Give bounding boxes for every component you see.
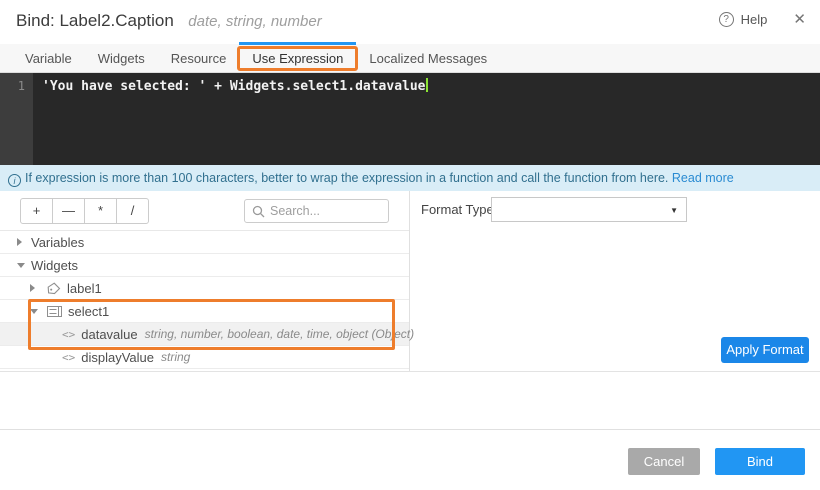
info-bar: i If expression is more than 100 characte… — [0, 165, 820, 191]
footer-divider — [0, 429, 820, 430]
title-area: Bind: Label2.Caption date, string, numbe… — [16, 11, 322, 31]
tab-use-expression-label: Use Expression — [252, 51, 343, 66]
chevron-down-icon: ▼ — [670, 206, 678, 215]
tab-widgets[interactable]: Widgets — [85, 44, 158, 72]
tree-item-variables[interactable]: Variables — [0, 231, 409, 254]
property-types: string, number, boolean, date, time, obj… — [145, 327, 414, 341]
tree-item-label: label1 — [67, 281, 102, 296]
editor-gutter: 1 — [0, 73, 33, 165]
line-number: 1 — [18, 79, 25, 93]
tree-item-label: Widgets — [31, 258, 78, 273]
apply-format-button[interactable]: Apply Format — [721, 337, 809, 363]
dialog-subtitle: date, string, number — [188, 13, 321, 30]
footer-actions: Cancel Bind — [628, 448, 805, 475]
tab-bar: Variable Widgets Resource Use Expression… — [0, 44, 820, 73]
tag-icon — [47, 282, 61, 295]
tab-variable-label: Variable — [25, 51, 72, 66]
help-icon[interactable]: ? — [719, 12, 734, 27]
active-tab-indicator — [239, 42, 356, 45]
tree-item-label: select1 — [68, 304, 109, 319]
tree-item-datavalue[interactable]: <> datavalue string, number, boolean, da… — [0, 323, 409, 346]
tab-localized-messages[interactable]: Localized Messages — [356, 44, 500, 72]
property-types: string — [161, 350, 190, 364]
tree-item-select1[interactable]: select1 — [0, 300, 409, 323]
read-more-link[interactable]: Read more — [672, 171, 734, 185]
minus-operator-button[interactable]: — — [52, 198, 85, 224]
cancel-button[interactable]: Cancel — [628, 448, 700, 475]
tab-use-expression[interactable]: Use Expression — [239, 44, 356, 72]
search-input[interactable]: Search... — [244, 199, 389, 223]
format-type-select[interactable]: ▼ — [491, 197, 687, 222]
tree-item-label: Variables — [31, 235, 84, 250]
tree-item-label: displayValue — [81, 350, 154, 365]
select-widget-icon — [47, 306, 62, 317]
tab-resource-label: Resource — [171, 51, 227, 66]
collapse-arrow-icon[interactable] — [30, 284, 44, 292]
tree-item-displayvalue[interactable]: <> displayValue string — [0, 346, 409, 369]
text-cursor — [426, 78, 428, 92]
dialog-header: Bind: Label2.Caption date, string, numbe… — [0, 0, 820, 44]
tab-widgets-label: Widgets — [98, 51, 145, 66]
operator-button-group: + — * / — [20, 198, 149, 224]
expand-arrow-icon[interactable] — [17, 263, 31, 268]
divide-operator-button[interactable]: / — [116, 198, 149, 224]
expand-arrow-icon[interactable] — [30, 309, 44, 314]
bind-button[interactable]: Bind — [715, 448, 805, 475]
search-icon — [252, 205, 265, 218]
format-panel: Format Type ▼ Apply Format — [410, 191, 820, 371]
info-icon: i — [8, 174, 21, 187]
plus-operator-button[interactable]: + — [20, 198, 53, 224]
expression-code: 'You have selected: ' + Widgets.select1.… — [42, 79, 426, 94]
tab-localized-messages-label: Localized Messages — [369, 51, 487, 66]
tree-item-label1[interactable]: label1 — [0, 277, 409, 300]
help-link[interactable]: Help — [741, 12, 768, 27]
tab-variable[interactable]: Variable — [12, 44, 85, 72]
expression-editor[interactable]: 1 'You have selected: ' + Widgets.select… — [0, 73, 820, 165]
property-icon: <> — [62, 351, 75, 364]
close-icon[interactable]: ✕ — [793, 12, 806, 27]
tab-resource[interactable]: Resource — [158, 44, 240, 72]
tree-item-widgets[interactable]: Widgets — [0, 254, 409, 277]
binding-tree: Variables Widgets label1 — [0, 231, 409, 369]
bind-source-panel: + — * / Search... Variables — [0, 191, 410, 371]
collapse-arrow-icon[interactable] — [17, 238, 31, 246]
multiply-operator-button[interactable]: * — [84, 198, 117, 224]
main-area: + — * / Search... Variables — [0, 191, 820, 372]
bind-dialog: Bind: Label2.Caption date, string, numbe… — [0, 0, 820, 490]
format-type-label: Format Type — [421, 202, 494, 217]
search-placeholder: Search... — [270, 204, 320, 218]
header-actions: ? Help ✕ — [719, 12, 806, 27]
dialog-title: Bind: Label2.Caption — [16, 11, 174, 30]
tree-item-label: datavalue — [81, 327, 137, 342]
info-message: If expression is more than 100 character… — [25, 171, 668, 185]
editor-code-area[interactable]: 'You have selected: ' + Widgets.select1.… — [33, 73, 820, 165]
toolbox-row: + — * / Search... — [0, 191, 409, 231]
property-icon: <> — [62, 328, 75, 341]
